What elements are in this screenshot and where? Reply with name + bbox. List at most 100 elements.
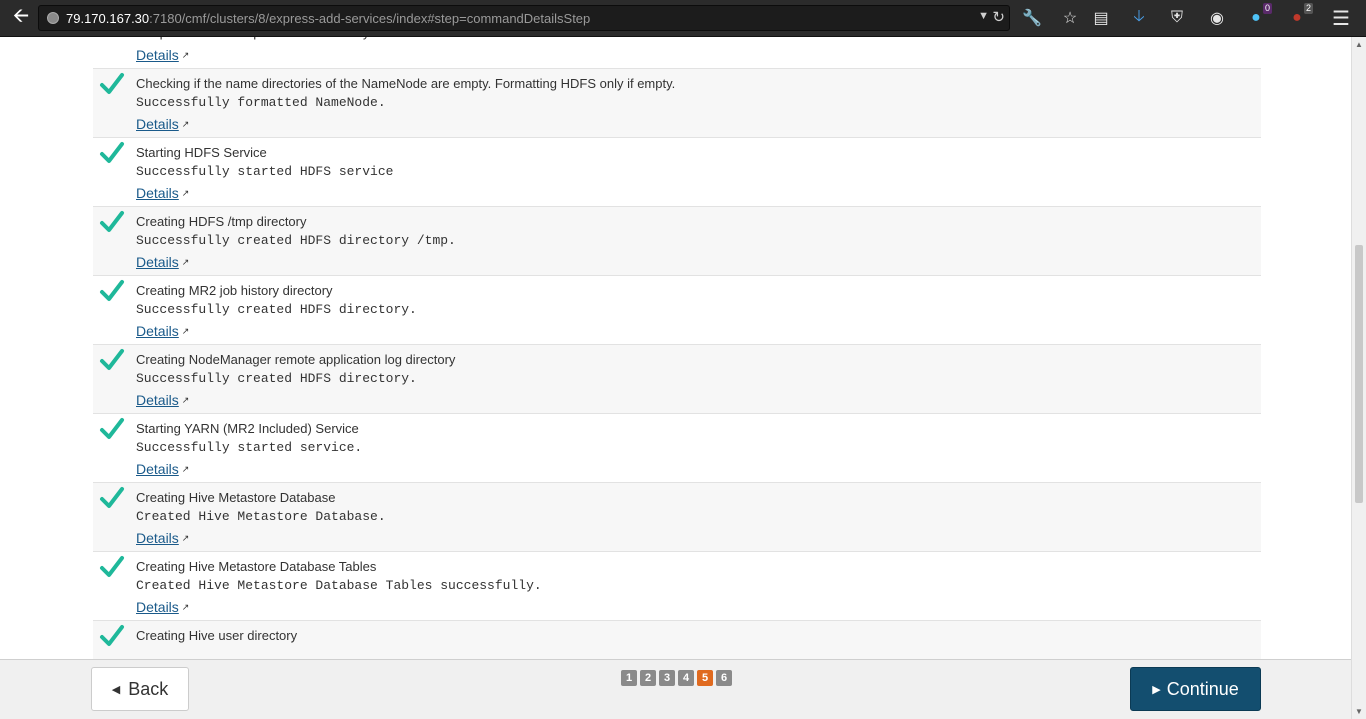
- external-link-icon: ↗: [181, 395, 190, 405]
- details-link[interactable]: Details ↗: [136, 185, 189, 201]
- step-message: Successfully created HDFS directory.: [136, 302, 417, 317]
- step-row: Creating Hive Metastore Database Tables C…: [93, 552, 1261, 621]
- step-forward-icon: ▶: [1152, 683, 1161, 696]
- check-icon: [100, 349, 124, 370]
- continue-button-label: Continue: [1166, 678, 1239, 699]
- wrench-icon[interactable]: 🔧: [1021, 7, 1043, 29]
- download-icon[interactable]: 🡣: [1128, 7, 1150, 29]
- details-link[interactable]: Details ↗: [136, 599, 189, 615]
- external-link-icon: ↗: [181, 119, 190, 129]
- url-bar[interactable]: 79.170.167.30:7180/cmf/clusters/8/expres…: [38, 5, 1010, 31]
- external-link-icon: ↗: [181, 533, 190, 543]
- pocket-icon[interactable]: ◉: [1206, 7, 1228, 29]
- url-path: :7180/cmf/clusters/8/express-add-service…: [149, 11, 591, 26]
- ghost-badge: 0: [1263, 3, 1273, 14]
- scroll-up-icon[interactable]: ▲: [1355, 40, 1363, 49]
- external-link-icon: ↗: [181, 188, 190, 198]
- ublock-badge: 2: [1304, 3, 1314, 14]
- details-link-label: Details: [136, 254, 179, 270]
- check-icon: [100, 280, 124, 301]
- scrollbar[interactable]: ▲ ▼: [1351, 37, 1366, 719]
- check-icon: [100, 142, 124, 163]
- step-message: Successfully created HDFS directory /tmp…: [136, 233, 456, 248]
- step-row: Creating NodeManager remote application …: [93, 345, 1261, 414]
- page-1-button[interactable]: 1: [621, 670, 637, 686]
- chevron-down-icon[interactable]: ▼: [978, 10, 989, 22]
- check-icon: [100, 211, 124, 232]
- step-pager: 123456: [621, 670, 732, 686]
- shield-icon[interactable]: ⛨: [1166, 7, 1188, 29]
- external-link-icon: ↗: [181, 50, 190, 60]
- details-link[interactable]: Details ↗: [136, 323, 189, 339]
- step-row: Creating Hive user directory: [93, 621, 1261, 659]
- check-icon: [100, 487, 124, 508]
- step-row: Creating HDFS /tmp directory Successfully…: [93, 207, 1261, 276]
- details-link[interactable]: Details ↗: [136, 530, 189, 546]
- details-link[interactable]: Details ↗: [136, 47, 189, 63]
- external-link-icon: ↗: [181, 257, 190, 267]
- step-message: Created Hive Metastore Database.: [136, 509, 386, 524]
- menu-icon[interactable]: ☰: [1330, 7, 1352, 30]
- step-row: Creating Hive Metastore Database Created …: [93, 483, 1261, 552]
- step-message: Successfully started HDFS service: [136, 164, 394, 179]
- step-title: Creating Hive Metastore Database Tables: [136, 559, 377, 574]
- page-3-button[interactable]: 3: [659, 670, 675, 686]
- scroll-down-icon[interactable]: ▼: [1355, 707, 1363, 716]
- external-link-icon: ↗: [181, 464, 190, 474]
- step-title: Starting HDFS Service: [136, 145, 267, 160]
- step-title: Creating Hive Metastore Database: [136, 490, 336, 505]
- step-message: Successfully created HDFS directory.: [136, 371, 417, 386]
- step-message: Successfully formatted NameNode.: [136, 95, 386, 110]
- details-link-label: Details: [136, 530, 179, 546]
- step-title: Creating Hive user directory: [136, 628, 298, 643]
- step-title: Creating MR2 job history directory: [136, 283, 333, 298]
- step-message: Successfully started service.: [136, 440, 363, 455]
- check-icon: [100, 625, 124, 646]
- step-row: Checking if the name directories of the …: [93, 69, 1261, 138]
- details-link-label: Details: [136, 47, 179, 63]
- details-link-label: Details: [136, 323, 179, 339]
- globe-icon: [47, 12, 59, 24]
- page-6-button[interactable]: 6: [716, 670, 732, 686]
- details-link[interactable]: Details ↗: [136, 254, 189, 270]
- page-4-button[interactable]: 4: [678, 670, 694, 686]
- step-message: Created Hive Metastore Database Tables s…: [136, 578, 542, 593]
- step-row: Starting HDFS Service Successfully starte…: [93, 138, 1261, 207]
- step-row: Completed 1 steps successfully. Details↗: [93, 37, 1261, 69]
- wizard-footer: ◀ Back 123456 ▶ Continue: [0, 659, 1351, 719]
- step-message: Completed 1 steps successfully.: [136, 37, 378, 41]
- step-title: Starting YARN (MR2 Included) Service: [136, 421, 359, 436]
- step-title: Checking if the name directories of the …: [136, 76, 676, 91]
- check-icon: [100, 418, 124, 439]
- step-title: Creating HDFS /tmp directory: [136, 214, 307, 229]
- reader-icon[interactable]: ▤: [1090, 7, 1112, 29]
- details-link-label: Details: [136, 185, 179, 201]
- star-icon[interactable]: ☆: [1059, 7, 1081, 29]
- details-link-label: Details: [136, 599, 179, 615]
- step-row: Starting YARN (MR2 Included) Service Succ…: [93, 414, 1261, 483]
- step-back-icon: ◀: [111, 683, 121, 696]
- page-5-button[interactable]: 5: [697, 670, 713, 686]
- continue-button[interactable]: ▶ Continue: [1130, 667, 1261, 711]
- details-link[interactable]: Details ↗: [136, 116, 189, 132]
- details-link[interactable]: Details ↗: [136, 392, 189, 408]
- check-icon: [100, 73, 124, 94]
- back-button-label: Back: [128, 678, 169, 699]
- step-row: Creating MR2 job history directory Succes…: [93, 276, 1261, 345]
- details-link-label: Details: [136, 116, 179, 132]
- details-link[interactable]: Details ↗: [136, 461, 189, 477]
- check-icon: [100, 556, 124, 577]
- step-title: Creating NodeManager remote application …: [136, 352, 456, 367]
- page-content: Completed 1 steps successfully.Details↗C…: [0, 37, 1351, 659]
- reload-icon[interactable]: ↻: [992, 8, 1005, 26]
- url-host: 79.170.167.30: [66, 11, 150, 26]
- url-text[interactable]: 79.170.167.30:7180/cmf/clusters/8/expres…: [66, 11, 590, 26]
- back-arrow-icon[interactable]: 🡨: [8, 5, 34, 30]
- browser-toolbar: 🡨 79.170.167.30:7180/cmf/clusters/8/expr…: [0, 0, 1366, 37]
- back-button[interactable]: ◀ Back: [91, 667, 189, 711]
- details-link-label: Details: [136, 461, 179, 477]
- page-2-button[interactable]: 2: [640, 670, 656, 686]
- details-link-label: Details: [136, 392, 179, 408]
- scroll-thumb[interactable]: [1355, 245, 1363, 503]
- external-link-icon: ↗: [181, 326, 190, 336]
